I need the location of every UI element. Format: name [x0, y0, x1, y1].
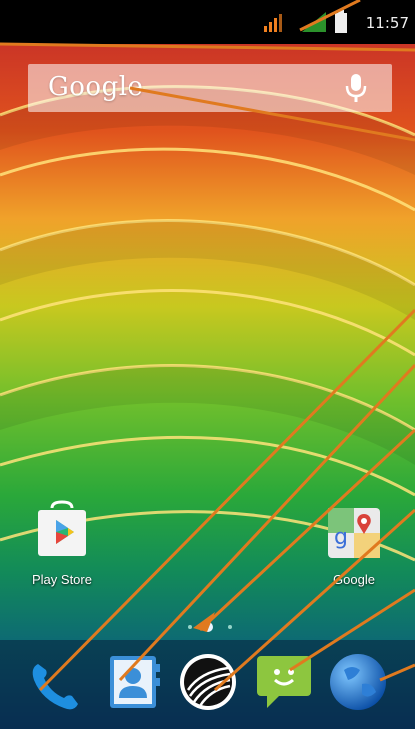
app-google[interactable]: g Google: [309, 500, 399, 587]
messaging-icon[interactable]: [253, 650, 317, 714]
wifi-signal-icon: [302, 12, 326, 32]
page-dot-active: [203, 622, 213, 632]
page-dot: [228, 625, 232, 629]
app-label-google: Google: [333, 572, 375, 587]
battery-icon: [335, 10, 347, 33]
google-maps-icon: g: [328, 508, 380, 558]
app-play-store[interactable]: Play Store: [17, 500, 107, 587]
clock: 11:57: [365, 14, 409, 32]
phone-icon[interactable]: [20, 650, 92, 714]
play-store-icon: [38, 500, 86, 556]
page-dot: [188, 625, 192, 629]
status-bar: 11:57: [0, 0, 415, 44]
browser-globe-icon[interactable]: [326, 650, 390, 714]
signal-icon: [264, 14, 282, 32]
google-wordmark: Google: [48, 72, 144, 102]
phone-screen: 11:57 Google Play Store g Google: [0, 0, 415, 729]
app-label-play-store: Play Store: [32, 572, 92, 587]
dock: [0, 650, 415, 729]
microphone-icon[interactable]: [344, 72, 368, 104]
google-search-bar[interactable]: Google: [28, 64, 392, 112]
svg-text:g: g: [334, 525, 348, 550]
contacts-icon[interactable]: [104, 650, 164, 714]
page-indicator: [188, 622, 232, 632]
launcher-icon[interactable]: [176, 650, 240, 714]
